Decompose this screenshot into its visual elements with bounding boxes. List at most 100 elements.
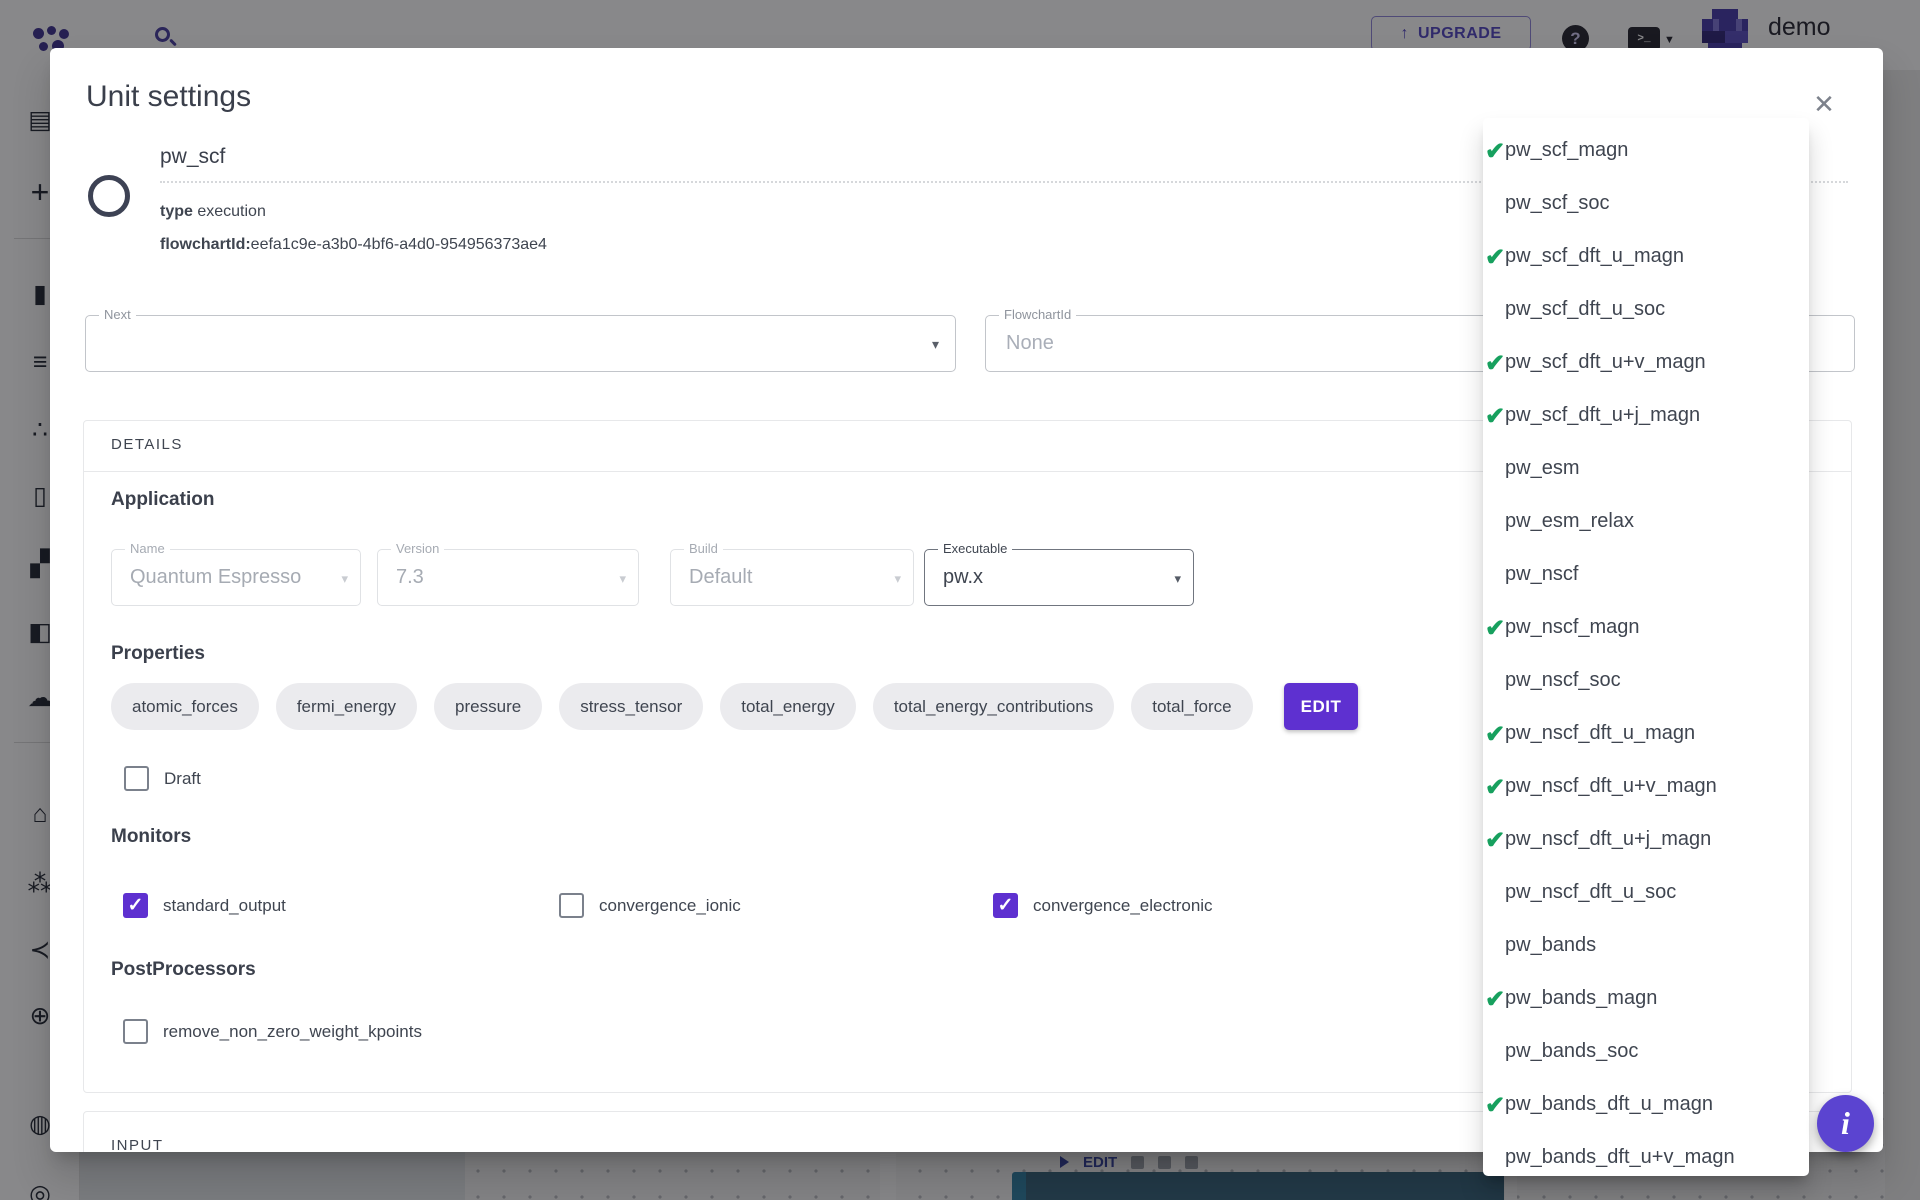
menu-item[interactable]: pw_esm xyxy=(1483,442,1809,495)
properties-heading: Properties xyxy=(111,643,205,665)
unit-flowchartid-row: flowchartId:eefa1c9e-a3b0-4bf6-a4d0-9549… xyxy=(160,236,547,254)
draft-label: Draft xyxy=(164,769,201,789)
menu-item-label: pw_bands_dft_u_magn xyxy=(1505,1093,1713,1116)
unit-name: pw_scf xyxy=(160,145,225,169)
check-icon: ✔ xyxy=(1485,614,1505,643)
menu-item[interactable]: pw_scf_dft_u_soc xyxy=(1483,283,1809,336)
flowchartid-field-label: FlowchartId xyxy=(999,307,1076,322)
menu-item[interactable]: ✔pw_scf_dft_u+v_magn xyxy=(1483,336,1809,389)
menu-item[interactable]: pw_scf_soc xyxy=(1483,177,1809,230)
menu-item[interactable]: ✔pw_nscf_dft_u_magn xyxy=(1483,707,1809,760)
postprocessor-remove-kpoints[interactable]: remove_non_zero_weight_kpoints xyxy=(123,1019,422,1044)
build-label: Build xyxy=(684,541,723,556)
version-label: Version xyxy=(391,541,444,556)
executable-label: Executable xyxy=(938,541,1012,556)
type-label: type xyxy=(160,203,193,220)
build-value: Default xyxy=(689,566,752,589)
check-icon: ✔ xyxy=(1485,402,1505,431)
info-fab[interactable]: i xyxy=(1817,1095,1874,1152)
menu-item[interactable]: pw_nscf_dft_u_soc xyxy=(1483,866,1809,919)
menu-item[interactable]: ✔pw_bands_magn xyxy=(1483,972,1809,1025)
input-section-label: INPUT xyxy=(111,1137,164,1152)
name-value: Quantum Espresso xyxy=(130,566,301,589)
menu-item-label: pw_scf_soc xyxy=(1505,192,1610,215)
check-icon: ✔ xyxy=(1485,826,1505,855)
monitor-label: convergence_electronic xyxy=(1033,896,1213,916)
menu-item[interactable]: pw_esm_relax xyxy=(1483,495,1809,548)
menu-item[interactable]: ✔pw_scf_magn xyxy=(1483,124,1809,177)
property-chip[interactable]: total_energy_contributions xyxy=(873,683,1114,730)
menu-item-label: pw_scf_dft_u+v_magn xyxy=(1505,351,1706,374)
check-icon: ✔ xyxy=(1485,137,1505,166)
menu-item[interactable]: pw_bands_soc xyxy=(1483,1025,1809,1078)
property-chip[interactable]: stress_tensor xyxy=(559,683,703,730)
details-section-label: DETAILS xyxy=(111,436,183,453)
property-chip[interactable]: atomic_forces xyxy=(111,683,259,730)
menu-item[interactable]: ✔pw_nscf_dft_u+v_magn xyxy=(1483,760,1809,813)
name-label: Name xyxy=(125,541,170,556)
menu-item[interactable]: pw_nscf_soc xyxy=(1483,654,1809,707)
property-chip[interactable]: fermi_energy xyxy=(276,683,417,730)
menu-item[interactable]: pw_bands xyxy=(1483,919,1809,972)
menu-item[interactable]: pw_bands_dft_u+v_magn xyxy=(1483,1131,1809,1176)
checkbox-unchecked-icon[interactable] xyxy=(559,893,584,918)
chevron-down-icon: ▾ xyxy=(341,571,348,587)
application-executable-select[interactable]: Executable pw.x ▾ xyxy=(924,549,1194,606)
checkbox-unchecked-icon[interactable] xyxy=(124,766,149,791)
menu-item-label: pw_nscf_dft_u_soc xyxy=(1505,881,1676,904)
menu-item[interactable]: ✔pw_bands_dft_u_magn xyxy=(1483,1078,1809,1131)
menu-item-label: pw_nscf_dft_u_magn xyxy=(1505,722,1695,745)
checkbox-unchecked-icon[interactable] xyxy=(123,1019,148,1044)
chevron-down-icon: ▾ xyxy=(894,571,901,587)
flowchartid-value: eefa1c9e-a3b0-4bf6-a4d0-954956373ae4 xyxy=(251,236,547,253)
menu-item-label: pw_bands_magn xyxy=(1505,987,1657,1010)
monitor-standard-output[interactable]: ✓ standard_output xyxy=(123,893,286,918)
menu-item-label: pw_bands xyxy=(1505,934,1596,957)
application-build-select[interactable]: Build Default ▾ xyxy=(670,549,914,606)
check-icon: ✔ xyxy=(1485,1091,1505,1120)
next-label: Next xyxy=(99,307,136,322)
monitors-heading: Monitors xyxy=(111,826,191,848)
check-icon: ✔ xyxy=(1485,243,1505,272)
version-value: 7.3 xyxy=(396,566,424,589)
monitor-label: convergence_ionic xyxy=(599,896,741,916)
properties-chip-row: atomic_forces fermi_energy pressure stre… xyxy=(111,683,1358,730)
unit-type-row: type execution xyxy=(160,203,266,221)
monitor-convergence-ionic[interactable]: convergence_ionic xyxy=(559,893,741,918)
property-chip[interactable]: total_energy xyxy=(720,683,856,730)
checkbox-checked-icon[interactable]: ✓ xyxy=(993,893,1018,918)
menu-item-label: pw_scf_magn xyxy=(1505,139,1628,162)
menu-item-label: pw_nscf xyxy=(1505,563,1578,586)
close-icon[interactable]: ✕ xyxy=(1806,86,1842,122)
property-chip[interactable]: total_force xyxy=(1131,683,1252,730)
draft-checkbox-row[interactable]: Draft xyxy=(124,766,201,791)
menu-item-label: pw_bands_dft_u+v_magn xyxy=(1505,1146,1735,1169)
checkbox-checked-icon[interactable]: ✓ xyxy=(123,893,148,918)
application-name-select[interactable]: Name Quantum Espresso ▾ xyxy=(111,549,361,606)
check-icon: ✔ xyxy=(1485,773,1505,802)
menu-item[interactable]: ✔pw_nscf_magn xyxy=(1483,601,1809,654)
menu-item[interactable]: ✔pw_scf_dft_u+j_magn xyxy=(1483,389,1809,442)
menu-item[interactable]: pw_nscf xyxy=(1483,548,1809,601)
menu-item-label: pw_bands_soc xyxy=(1505,1040,1638,1063)
chevron-down-icon[interactable]: ▾ xyxy=(932,336,939,353)
menu-item[interactable]: ✔pw_nscf_dft_u+j_magn xyxy=(1483,813,1809,866)
application-heading: Application xyxy=(111,489,214,511)
postprocessors-heading: PostProcessors xyxy=(111,959,256,981)
check-icon: ✔ xyxy=(1485,349,1505,378)
menu-item-label: pw_esm xyxy=(1505,457,1579,480)
edit-properties-button[interactable]: EDIT xyxy=(1284,683,1359,730)
postprocessor-label: remove_non_zero_weight_kpoints xyxy=(163,1022,422,1042)
flowchartid-label: flowchartId: xyxy=(160,236,251,253)
check-icon: ✔ xyxy=(1485,720,1505,749)
property-chip[interactable]: pressure xyxy=(434,683,542,730)
menu-item-label: pw_nscf_soc xyxy=(1505,669,1621,692)
menu-item-label: pw_nscf_dft_u+j_magn xyxy=(1505,828,1711,851)
menu-item[interactable]: ✔pw_scf_dft_u_magn xyxy=(1483,230,1809,283)
application-version-select[interactable]: Version 7.3 ▾ xyxy=(377,549,639,606)
type-value: execution xyxy=(193,203,266,220)
chevron-down-icon: ▾ xyxy=(1174,571,1181,587)
check-icon: ✔ xyxy=(1485,985,1505,1014)
next-select[interactable]: Next ▾ xyxy=(85,315,956,372)
monitor-convergence-electronic[interactable]: ✓ convergence_electronic xyxy=(993,893,1213,918)
